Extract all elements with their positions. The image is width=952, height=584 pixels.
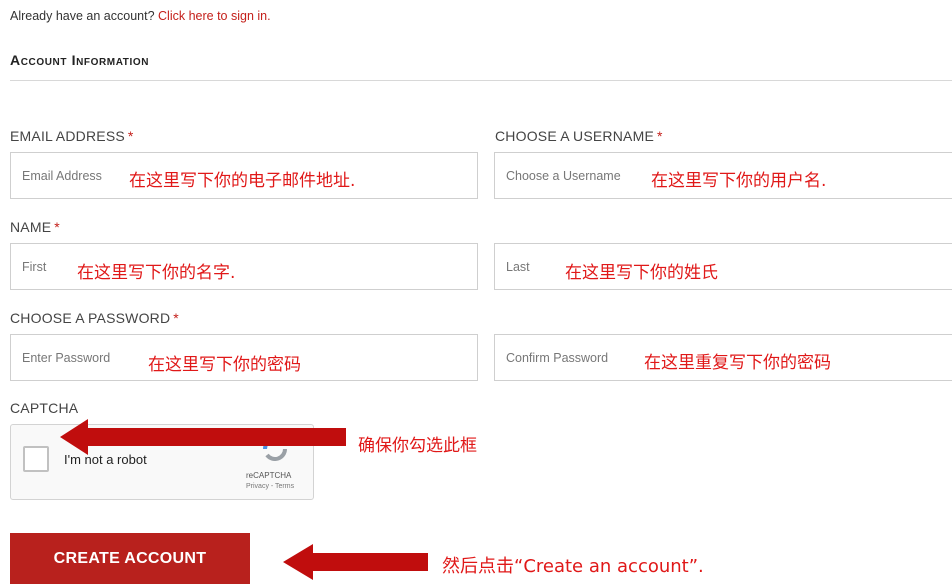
left-arrow-annotation-icon	[60, 419, 346, 455]
section-title: Account Information	[10, 52, 150, 68]
confirm-password-placeholder: Confirm Password	[506, 351, 609, 365]
captcha-note: 确保你勾选此框	[358, 436, 477, 456]
create-button-note: 然后点击“Create an account”.	[442, 556, 704, 577]
signin-line: Already have an account? Click here to s…	[10, 9, 271, 23]
confirm-password-note: 在这里重复写下你的密码	[644, 353, 831, 373]
username-field[interactable]: Choose a Username 在这里写下你的用户名.	[494, 152, 952, 199]
recaptcha-links[interactable]: Privacy - Terms	[246, 483, 294, 490]
recaptcha-brand: reCAPTCHA	[246, 471, 292, 480]
password-note: 在这里写下你的密码	[148, 355, 301, 375]
email-placeholder: Email Address	[22, 169, 102, 183]
first-name-field[interactable]: First 在这里写下你的名字.	[10, 243, 478, 290]
email-note: 在这里写下你的电子邮件地址.	[129, 171, 356, 191]
left-arrow-annotation-icon	[283, 544, 428, 580]
username-label: CHOOSE A USERNAME *	[495, 128, 663, 144]
last-name-note: 在这里写下你的姓氏	[565, 263, 718, 283]
recaptcha-checkbox[interactable]	[23, 446, 49, 472]
first-name-note: 在这里写下你的名字.	[77, 263, 236, 283]
username-placeholder: Choose a Username	[506, 169, 621, 183]
username-note: 在这里写下你的用户名.	[651, 171, 827, 191]
create-account-button[interactable]: CREATE ACCOUNT	[10, 533, 250, 584]
password-field[interactable]: Enter Password 在这里写下你的密码	[10, 334, 478, 381]
signin-link[interactable]: Click here to sign in.	[158, 9, 271, 23]
last-name-field[interactable]: Last 在这里写下你的姓氏	[494, 243, 952, 290]
name-label: NAME *	[10, 219, 60, 235]
email-label: EMAIL ADDRESS *	[10, 128, 134, 144]
confirm-password-field[interactable]: Confirm Password 在这里重复写下你的密码	[494, 334, 952, 381]
password-label: CHOOSE A PASSWORD *	[10, 310, 179, 326]
email-field[interactable]: Email Address 在这里写下你的电子邮件地址.	[10, 152, 478, 199]
last-name-placeholder: Last	[506, 260, 530, 274]
captcha-label: CAPTCHA	[10, 400, 79, 416]
section-divider	[10, 80, 952, 81]
first-name-placeholder: First	[22, 260, 47, 274]
password-placeholder: Enter Password	[22, 351, 111, 365]
signin-prompt: Already have an account?	[10, 9, 155, 23]
